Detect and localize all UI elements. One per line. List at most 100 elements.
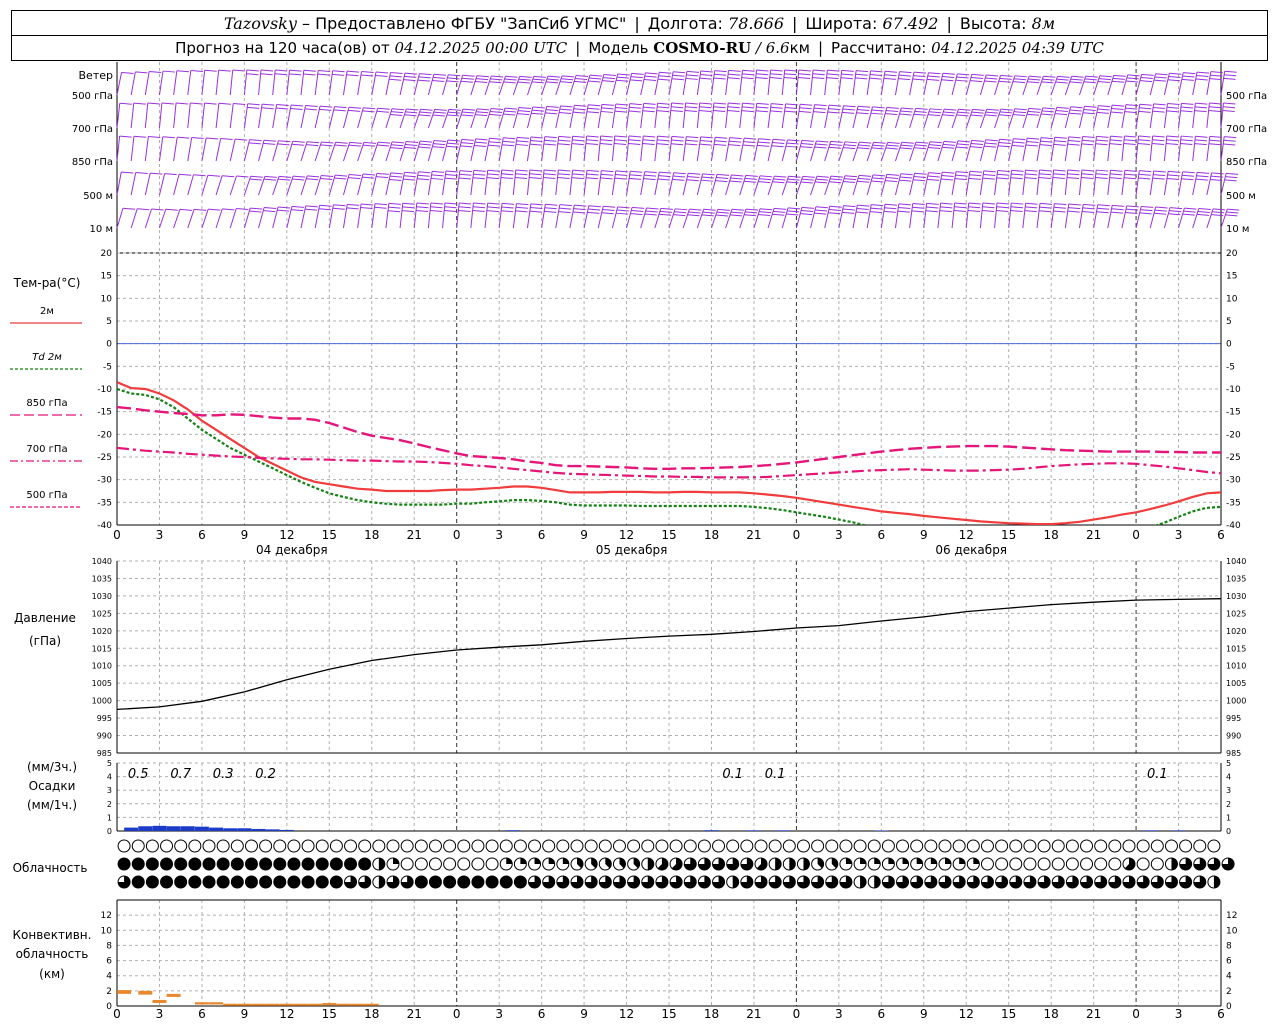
- wind-barb-flag: [685, 143, 698, 146]
- wind-barb-flag: [942, 146, 955, 149]
- wind-barb-flag: [670, 110, 683, 113]
- x-tick-label-bottom: 12: [279, 1007, 294, 1021]
- wind-barb-flag: [1085, 75, 1098, 78]
- wind-barb-flag: [927, 175, 940, 178]
- wind-barb-flag: [250, 207, 263, 210]
- cloud-symbol: [1080, 857, 1094, 871]
- wind-barb-flag: [277, 143, 290, 146]
- wind-barb-flag: [901, 107, 914, 110]
- wind-barb-flag: [503, 137, 516, 140]
- pressure-tick-right: 1005: [1226, 679, 1246, 688]
- wind-barb-flag: [1057, 75, 1070, 78]
- cloud-symbol: [244, 857, 258, 871]
- wind-barb-flag: [886, 106, 899, 109]
- wind-barb-flag: [402, 202, 415, 205]
- wind-barb-flag: [1027, 81, 1040, 84]
- pressure-title: Давление: [14, 611, 76, 625]
- cloud-symbol: [1094, 839, 1108, 853]
- wind-barb-flag: [585, 143, 598, 146]
- wind-barb-flag: [887, 141, 900, 144]
- wind-barb-flag: [1111, 208, 1124, 211]
- cloud-symbol: [499, 839, 513, 853]
- cloud-symbol: [259, 839, 273, 853]
- wind-barb-flag: [433, 140, 447, 143]
- wind-barb-flag: [1124, 169, 1137, 172]
- wind-barb-flag: [1110, 169, 1123, 172]
- wind-barb-flag: [501, 144, 515, 147]
- wind-barb-flag: [703, 208, 716, 211]
- wind-barb-flag: [915, 141, 928, 144]
- x-tick-label-bottom: 15: [1001, 1007, 1016, 1021]
- wind-barb-flag: [617, 73, 630, 76]
- wind-barb-flag: [702, 211, 715, 214]
- wind-barb-flag: [614, 139, 627, 142]
- convective-bar: [223, 1003, 238, 1006]
- cloud-symbol-fill: [732, 876, 739, 888]
- wind-barb-flag: [689, 208, 702, 211]
- wind-barb-flag: [363, 107, 376, 110]
- wind-barb-flag: [701, 214, 714, 217]
- x-tick-label: 0: [1132, 528, 1140, 542]
- cloud-symbol: [485, 875, 499, 889]
- wind-barb-flag: [133, 102, 146, 105]
- wind-barb-flag: [942, 171, 955, 174]
- x-tick-label-bottom: 12: [619, 1007, 634, 1021]
- wind-barb: [144, 102, 149, 129]
- wind-barb-flag: [403, 79, 416, 82]
- wind-barb-flag: [1096, 111, 1109, 114]
- wind-barb-flag: [1169, 72, 1182, 75]
- precip-bar: [265, 829, 280, 831]
- cloud-symbol: [712, 839, 726, 853]
- precip-tick-right: 3: [1226, 786, 1231, 795]
- wind-barb-flag: [587, 211, 600, 214]
- wind-barb-flag: [812, 73, 825, 76]
- wind-barb-flag: [1223, 77, 1236, 80]
- cloud-symbol-fill: [775, 858, 782, 870]
- wind-barb-flag: [461, 138, 474, 141]
- wind-barb-flag: [954, 178, 967, 181]
- cloud-symbol: [1023, 857, 1037, 871]
- wind-barb-flag: [602, 77, 616, 80]
- wind-barb-flag: [1139, 103, 1152, 106]
- wind-barb-flag: [560, 78, 574, 81]
- wind-barb-flag: [1166, 177, 1180, 180]
- cloud-symbol: [358, 839, 372, 853]
- cloud-symbol: [1065, 839, 1079, 853]
- wind-barb-flag: [844, 178, 857, 181]
- wind-barb-flag: [1166, 110, 1179, 113]
- wind-barb-flag: [543, 173, 556, 176]
- wind-barb-flag: [486, 177, 499, 180]
- wind-barb-flag: [1223, 143, 1236, 146]
- wind-barb: [654, 136, 659, 162]
- cloud-symbol: [202, 875, 216, 889]
- wind-barb-flag: [998, 114, 1011, 117]
- wind-barb-flag: [1097, 108, 1110, 111]
- wind-barb-flag: [165, 208, 178, 211]
- wind-barb-flag: [970, 80, 983, 83]
- wind-barb: [937, 203, 942, 229]
- wind-barb-flag: [1069, 109, 1082, 112]
- wind-barb-flag: [1112, 204, 1125, 207]
- wind-barb-flag: [700, 70, 713, 73]
- wind-barb-flag: [1013, 138, 1026, 141]
- wind-barb-flag: [505, 75, 518, 78]
- wind-barb-flag: [671, 102, 684, 105]
- wind-barb-flag: [873, 141, 886, 144]
- wind-barb-flag: [1012, 114, 1026, 117]
- wind-barb-flag: [617, 206, 630, 209]
- wind-barb-flag: [727, 110, 740, 113]
- wind-barb-flag: [912, 78, 925, 81]
- pressure-tick-left: 1015: [92, 644, 112, 653]
- cloud-symbol: [683, 839, 697, 853]
- convective-bar: [350, 1003, 365, 1006]
- wind-barb-flag: [857, 147, 870, 150]
- wind-barb-flag: [1152, 110, 1165, 113]
- wind-barb: [144, 71, 150, 96]
- wind-barb-flag: [629, 174, 642, 177]
- wind-barb-flag: [630, 213, 643, 216]
- cloud-symbol: [428, 875, 442, 889]
- wind-barb: [810, 176, 818, 196]
- wind-barb-flag: [1194, 110, 1207, 113]
- wind-barb-flag: [388, 206, 401, 209]
- wind-barb-flag: [1153, 170, 1166, 173]
